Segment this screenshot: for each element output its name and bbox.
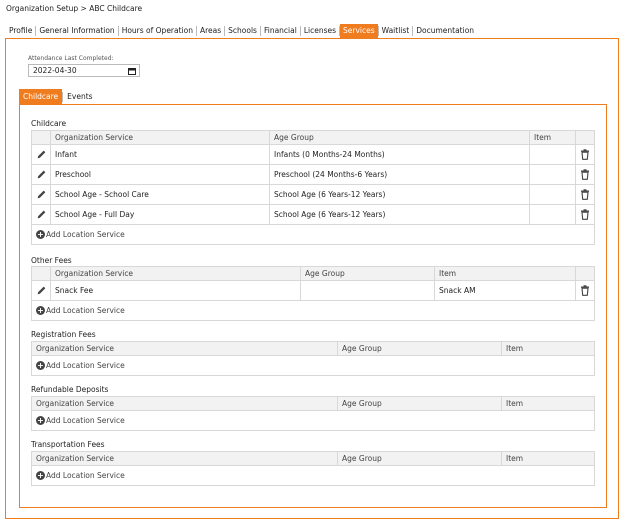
delete-column-header: [575, 266, 595, 281]
column-header-item: Item: [529, 130, 576, 145]
trash-icon[interactable]: [575, 164, 595, 185]
service-cell: School Age - School Care: [50, 184, 270, 205]
trash-icon[interactable]: [575, 184, 595, 205]
sub-tabs: Childcare Events: [19, 89, 97, 104]
column-header-item: Item: [501, 341, 595, 356]
edit-column-header: [31, 266, 51, 281]
column-header-organization-service: Organization Service: [31, 451, 338, 466]
table-row: School Age - Full Day School Age (6 Year…: [31, 204, 595, 225]
add-location-service-button[interactable]: + Add Location Service: [36, 416, 125, 425]
add-location-service-label: Add Location Service: [46, 471, 125, 480]
pencil-icon[interactable]: [31, 184, 51, 205]
add-location-service-button[interactable]: + Add Location Service: [36, 230, 125, 239]
transportation-fees-section-title: Transportation Fees: [31, 440, 105, 449]
age-group-cell: Preschool (24 Months-6 Years): [269, 164, 530, 185]
trash-icon[interactable]: [575, 280, 595, 301]
transportation-fees-table: Organization Service Age Group Item + Add…: [31, 451, 595, 486]
trash-icon[interactable]: [575, 204, 595, 225]
attendance-date-input[interactable]: 2022-04-30: [28, 64, 140, 77]
calendar-icon[interactable]: [127, 66, 136, 75]
table-row: Snack Fee Snack AM: [31, 280, 595, 301]
add-location-service-button[interactable]: + Add Location Service: [36, 361, 125, 370]
plus-circle-icon: +: [36, 361, 45, 370]
tab-profile[interactable]: Profile: [6, 24, 35, 38]
other-fees-table: Organization Service Age Group Item Snac…: [31, 266, 595, 321]
column-header-organization-service: Organization Service: [31, 396, 338, 411]
tab-general-information[interactable]: General Information: [36, 24, 117, 38]
pencil-icon[interactable]: [31, 164, 51, 185]
other-fees-section-title: Other Fees: [31, 256, 72, 265]
add-location-service-button[interactable]: + Add Location Service: [36, 471, 125, 480]
trash-icon[interactable]: [575, 144, 595, 165]
column-header-item: Item: [434, 266, 576, 281]
delete-column-header: [575, 130, 595, 145]
main-tabs: Profile General Information Hours of Ope…: [6, 24, 477, 38]
tab-waitlist[interactable]: Waitlist: [379, 24, 413, 38]
column-header-organization-service: Organization Service: [50, 130, 270, 145]
item-cell: [529, 164, 576, 185]
column-header-age-group: Age Group: [269, 130, 530, 145]
column-header-age-group: Age Group: [300, 266, 435, 281]
table-row: School Age - School Care School Age (6 Y…: [31, 184, 595, 205]
service-cell: Infant: [50, 144, 270, 165]
column-header-age-group: Age Group: [337, 341, 502, 356]
item-cell: [529, 184, 576, 205]
tab-hours-of-operation[interactable]: Hours of Operation: [119, 24, 196, 38]
tab-financial[interactable]: Financial: [261, 24, 300, 38]
item-cell: [529, 204, 576, 225]
refundable-deposits-table: Organization Service Age Group Item + Add…: [31, 396, 595, 431]
add-location-service-label: Add Location Service: [46, 416, 125, 425]
add-location-service-label: Add Location Service: [46, 361, 125, 370]
age-group-cell: [300, 280, 435, 301]
item-cell: Snack AM: [434, 280, 576, 301]
breadcrumb: Organization Setup > ABC Childcare: [6, 4, 143, 13]
attendance-date-value: 2022-04-30: [33, 66, 77, 75]
item-cell: [529, 144, 576, 165]
tab-areas[interactable]: Areas: [197, 24, 224, 38]
pencil-icon[interactable]: [31, 144, 51, 165]
pencil-icon[interactable]: [31, 204, 51, 225]
plus-circle-icon: +: [36, 306, 45, 315]
tab-licenses[interactable]: Licenses: [301, 24, 339, 38]
refundable-deposits-section-title: Refundable Deposits: [31, 385, 109, 394]
plus-circle-icon: +: [36, 471, 45, 480]
registration-fees-table: Organization Service Age Group Item + Add…: [31, 341, 595, 376]
table-row: Infant Infants (0 Months-24 Months): [31, 144, 595, 165]
childcare-section-title: Childcare: [31, 119, 67, 128]
age-group-cell: Infants (0 Months-24 Months): [269, 144, 530, 165]
service-cell: School Age - Full Day: [50, 204, 270, 225]
column-header-organization-service: Organization Service: [31, 341, 338, 356]
service-cell: Preschool: [50, 164, 270, 185]
attendance-label: Attendance Last Completed:: [28, 55, 114, 62]
add-location-service-label: Add Location Service: [46, 306, 125, 315]
pencil-icon[interactable]: [31, 280, 51, 301]
add-location-service-label: Add Location Service: [46, 230, 125, 239]
registration-fees-section-title: Registration Fees: [31, 330, 96, 339]
column-header-age-group: Age Group: [337, 396, 502, 411]
edit-column-header: [31, 130, 51, 145]
age-group-cell: School Age (6 Years-12 Years): [269, 204, 530, 225]
column-header-age-group: Age Group: [337, 451, 502, 466]
age-group-cell: School Age (6 Years-12 Years): [269, 184, 530, 205]
column-header-item: Item: [501, 396, 595, 411]
plus-circle-icon: +: [36, 230, 45, 239]
tab-services[interactable]: Services: [340, 24, 378, 38]
column-header-item: Item: [501, 451, 595, 466]
tab-schools[interactable]: Schools: [225, 24, 260, 38]
table-row: Preschool Preschool (24 Months-6 Years): [31, 164, 595, 185]
service-cell: Snack Fee: [50, 280, 301, 301]
tab-documentation[interactable]: Documentation: [413, 24, 477, 38]
subtab-childcare[interactable]: Childcare: [19, 89, 63, 104]
column-header-organization-service: Organization Service: [50, 266, 301, 281]
add-location-service-button[interactable]: + Add Location Service: [36, 306, 125, 315]
childcare-table: Organization Service Age Group Item Infa…: [31, 130, 595, 245]
subtab-events[interactable]: Events: [63, 89, 96, 104]
plus-circle-icon: +: [36, 416, 45, 425]
